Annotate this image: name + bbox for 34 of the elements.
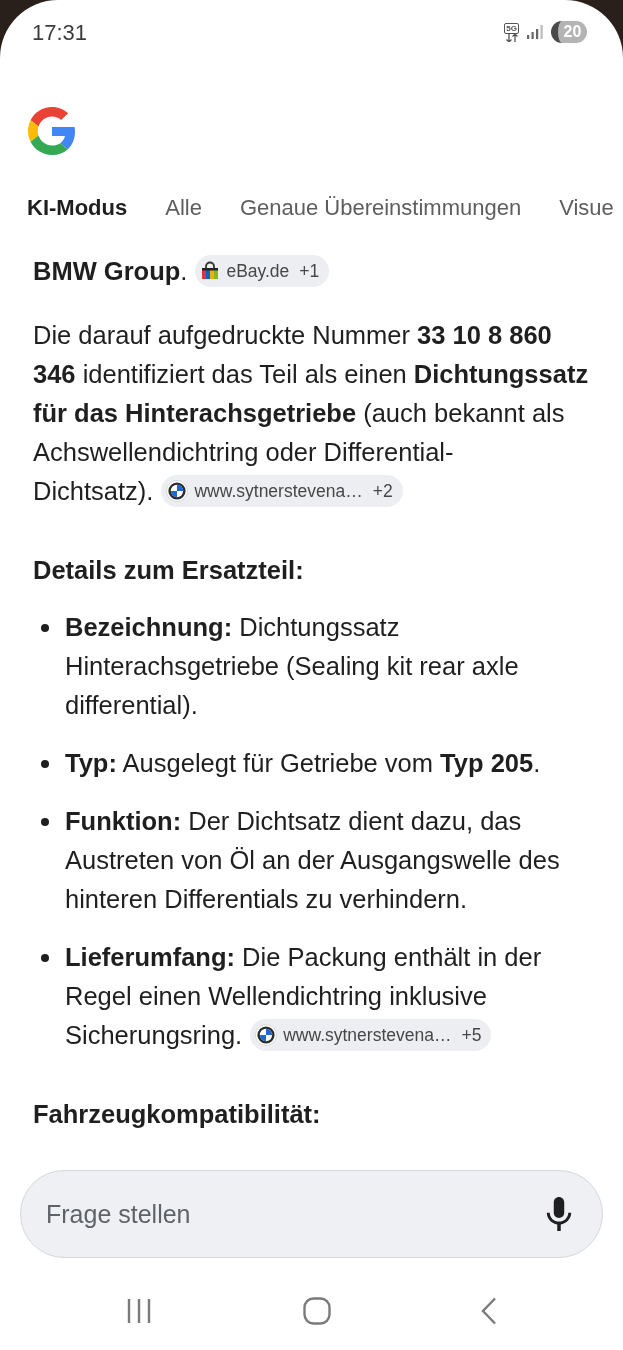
recent-apps-icon[interactable]: [126, 1298, 152, 1324]
paragraph: BMW Group. eBay.de +1: [33, 252, 597, 291]
paragraph: Die darauf aufgedruckte Nummer 33 10 8 860 346 identifiziert das Teil als einen Dichtungssatz für das Hinterachsgetriebe (auch bekannt als Achswellendichtring oder Differential-Dichtsatz). www.sytnerstevena… +2: [33, 316, 597, 511]
tab[interactable]: Visue: [559, 190, 614, 224]
home-icon[interactable]: [302, 1297, 331, 1325]
list-item-text: Funktion: Der Dichtsatz dient dazu, das Austreten von Öl an der Ausgangswelle des hinteren Differentials zu verhindern.: [65, 806, 561, 915]
list-item-text: Typ: Ausgelegt für Getriebe vom Typ 205.: [65, 748, 542, 779]
microphone-icon[interactable]: [546, 1197, 572, 1231]
signal-icon: [527, 25, 543, 39]
source-chip[interactable]: www.sytnerstevena… +5: [250, 1019, 492, 1052]
tab[interactable]: KI-Modus: [27, 190, 128, 224]
bullet-icon: [41, 760, 49, 768]
roundel-icon: [255, 1024, 278, 1047]
tab[interactable]: Alle: [165, 190, 202, 224]
shopping-bag-icon: [200, 261, 221, 282]
roundel-icon: [166, 480, 189, 503]
search-input[interactable]: Frage stellen: [46, 1184, 546, 1244]
clock-time: 17:31: [32, 18, 88, 47]
bullet-icon: [41, 818, 49, 826]
section-heading: Details zum Ersatzteil:: [33, 555, 305, 586]
section-heading: Fahrzeugkompatibilität:: [33, 1099, 322, 1130]
source-chip[interactable]: eBay.de +1: [195, 255, 330, 288]
search-field[interactable]: Frage stellen: [20, 1170, 603, 1258]
source-chip[interactable]: www.sytnerstevena… +2: [161, 475, 403, 508]
data-arrows-icon: [504, 33, 519, 42]
battery-indicator: 20: [551, 21, 587, 43]
list-item-text: Lieferumfang: Die Packung enthält in der Regel einen Wellendichtring inklusive Sicherungsring. www.sytnerstevena… +5: [65, 938, 597, 1055]
bullet-icon: [41, 954, 49, 962]
bullet-icon: [41, 624, 49, 632]
list-item-text: Bezeichnung: Dichtungssatz Hinterachsgetriebe (Sealing kit rear axle differential).: [65, 612, 520, 721]
back-icon[interactable]: [481, 1297, 497, 1325]
google-logo: [28, 107, 76, 155]
network-type-label: 5G: [504, 22, 519, 34]
tab[interactable]: Genaue Übereinstimmungen: [239, 190, 522, 224]
